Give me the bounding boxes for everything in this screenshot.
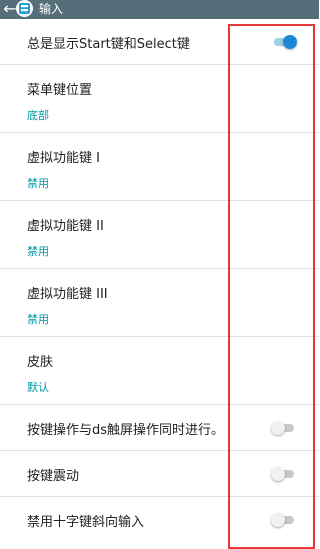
setting-label: 虚拟功能键 III: [27, 287, 108, 302]
setting-disable-dpad-diagonal[interactable]: 禁用十字键斜向输入: [0, 497, 319, 543]
setting-label: 菜单键位置: [27, 83, 93, 98]
setting-value: 禁用: [27, 177, 49, 190]
setting-label: 总是显示Start键和Select键: [27, 37, 190, 52]
setting-label: 按键操作与ds触屏操作同时进行。: [27, 423, 225, 438]
setting-virtual-key-2[interactable]: 虚拟功能键 II 禁用: [0, 201, 319, 269]
setting-label: 禁用十字键斜向输入: [27, 515, 145, 530]
setting-virtual-key-1[interactable]: 虚拟功能键 I 禁用: [0, 133, 319, 201]
setting-value: 默认: [27, 381, 49, 394]
setting-always-show-start-select[interactable]: 总是显示Start键和Select键: [0, 19, 319, 65]
setting-label: 按键震动: [27, 469, 80, 484]
toggle-switch-off[interactable]: [271, 513, 297, 527]
toggle-switch-off[interactable]: [271, 421, 297, 435]
page-title: 输入: [39, 2, 64, 16]
toggle-thumb: [271, 513, 285, 527]
setting-simultaneous-touch-keys[interactable]: 按键操作与ds触屏操作同时进行。: [0, 405, 319, 451]
toggle-thumb: [271, 421, 285, 435]
gamepad-icon: [16, 0, 33, 17]
setting-key-vibration[interactable]: 按键震动: [0, 451, 319, 497]
setting-value: 禁用: [27, 245, 49, 258]
toggle-thumb: [271, 467, 285, 481]
setting-menu-key-position[interactable]: 菜单键位置 底部: [0, 65, 319, 133]
toggle-switch-off[interactable]: [271, 467, 297, 481]
setting-virtual-key-3[interactable]: 虚拟功能键 III 禁用: [0, 269, 319, 337]
app-bar: ← 输入: [0, 0, 319, 19]
setting-value: 禁用: [27, 313, 49, 326]
setting-label: 虚拟功能键 I: [27, 151, 100, 166]
toggle-switch-on[interactable]: [271, 35, 297, 49]
setting-value: 底部: [27, 109, 49, 122]
setting-label: 虚拟功能键 II: [27, 219, 104, 234]
setting-label: 皮肤: [27, 355, 54, 370]
settings-list: 总是显示Start键和Select键 菜单键位置 底部 虚拟功能键 I 禁用 虚…: [0, 19, 319, 543]
toggle-thumb: [283, 35, 297, 49]
setting-skin[interactable]: 皮肤 默认: [0, 337, 319, 405]
